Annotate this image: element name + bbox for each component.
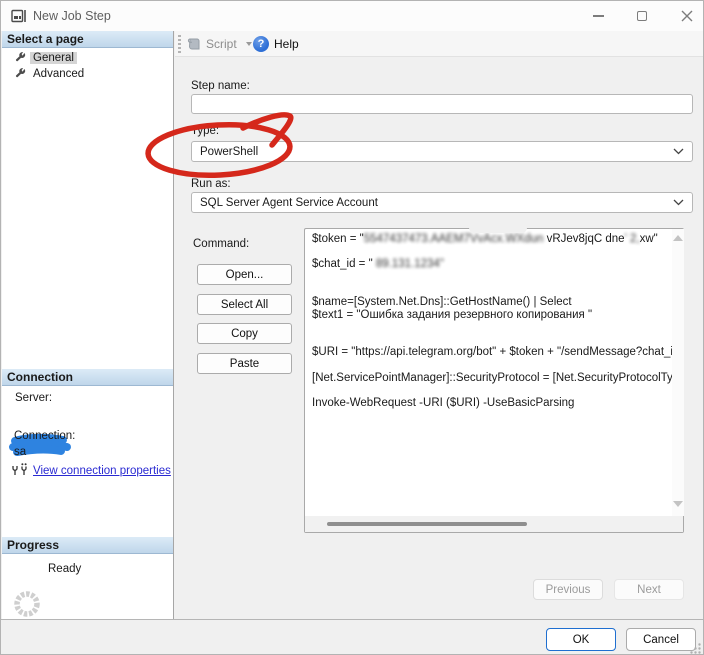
help-icon: ?	[253, 36, 269, 52]
minimize-button[interactable]	[581, 1, 615, 31]
resize-grip[interactable]	[689, 642, 702, 655]
run-as-select[interactable]: SQL Server Agent Service Account	[191, 192, 693, 213]
scroll-down-icon	[673, 501, 683, 507]
scroll-up-icon	[673, 235, 683, 241]
progress-status: Ready	[48, 563, 81, 575]
minimize-icon	[593, 15, 604, 17]
script-icon	[187, 37, 201, 51]
maximize-icon	[637, 11, 647, 21]
chevron-down-icon	[673, 148, 684, 155]
horizontal-scroll-thumb[interactable]	[327, 522, 527, 526]
next-button[interactable]: Next	[614, 579, 684, 600]
ok-button[interactable]: OK	[546, 628, 616, 651]
close-icon	[681, 10, 693, 22]
copy-button[interactable]: Copy	[197, 323, 292, 344]
connection-properties-icon	[11, 463, 29, 477]
close-button[interactable]	[670, 1, 704, 31]
sidebar-item-label: Advanced	[30, 68, 87, 80]
sidebar-item-label: General	[30, 52, 77, 64]
footer: OK Cancel	[1, 619, 703, 655]
command-label: Command:	[193, 238, 249, 250]
progress-section-header: Progress	[2, 537, 173, 554]
type-selected-value: PowerShell	[200, 146, 258, 158]
command-text[interactable]: $token = "5547437473.AAEM7VvAcx.WXdun vR…	[305, 229, 672, 516]
redaction-blob	[469, 222, 527, 233]
run-as-label: Run as:	[191, 178, 231, 190]
step-name-input[interactable]	[191, 94, 693, 114]
dialog-icon	[11, 9, 27, 23]
select-all-button[interactable]: Select All	[197, 294, 292, 315]
maximize-button[interactable]	[625, 1, 659, 31]
window-title: New Job Step	[33, 9, 111, 23]
title-bar: New Job Step	[1, 1, 703, 31]
wrench-icon	[15, 68, 26, 79]
view-connection-properties-link[interactable]: View connection properties	[33, 465, 171, 477]
sidebar-item-general[interactable]: General	[2, 50, 173, 65]
script-label: Script	[206, 37, 237, 51]
toolbar-grip[interactable]	[178, 35, 181, 53]
chevron-down-icon	[673, 199, 684, 206]
command-editor: $token = "5547437473.AAEM7VvAcx.WXdun vR…	[304, 228, 684, 533]
connection-label: Connection:	[14, 430, 75, 442]
new-job-step-dialog: New Job Step Select a page General Advan…	[0, 0, 704, 655]
type-select[interactable]: PowerShell	[191, 141, 693, 162]
paste-button[interactable]: Paste	[197, 353, 292, 374]
cancel-button[interactable]: Cancel	[626, 628, 696, 651]
type-label: Type:	[191, 125, 219, 137]
help-label: Help	[274, 37, 299, 51]
script-dropdown-icon	[246, 42, 252, 46]
server-label: Server:	[15, 392, 52, 404]
sidebar-item-advanced[interactable]: Advanced	[2, 66, 173, 81]
script-button[interactable]: Script	[187, 31, 252, 57]
progress-spinner-icon	[12, 589, 42, 619]
connection-section-header: Connection	[2, 369, 173, 386]
run-as-selected-value: SQL Server Agent Service Account	[200, 197, 378, 209]
open-button[interactable]: Open...	[197, 264, 292, 285]
step-name-label: Step name:	[191, 80, 250, 92]
sidebar: Select a page General Advanced Connectio…	[2, 31, 174, 619]
previous-button[interactable]: Previous	[533, 579, 603, 600]
help-button[interactable]: ? Help	[253, 31, 299, 57]
connection-value: sa	[14, 446, 26, 458]
select-a-page-header: Select a page	[2, 31, 173, 48]
toolbar: Script ? Help	[175, 31, 704, 57]
command-horizontal-scrollbar[interactable]	[305, 517, 683, 532]
wrench-icon	[15, 52, 26, 63]
command-vertical-scrollbar[interactable]	[672, 229, 684, 516]
